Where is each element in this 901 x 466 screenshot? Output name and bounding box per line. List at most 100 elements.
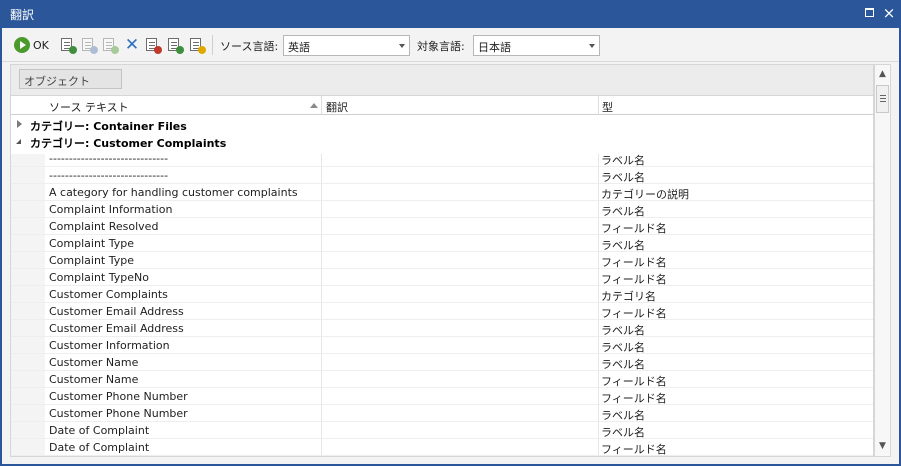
type-cell: ラベル名 <box>601 171 645 184</box>
import-button[interactable] <box>81 36 98 54</box>
web-translate-button[interactable] <box>102 36 119 54</box>
translation-cell[interactable] <box>322 286 599 302</box>
table-row[interactable]: Customer Complaints カテゴリ名 <box>11 286 873 303</box>
ok-label: OK <box>33 38 49 52</box>
export-button[interactable] <box>60 36 77 54</box>
table-row[interactable]: Date of Complaint ラベル名 <box>11 422 873 439</box>
group-chip-object[interactable]: オブジェクト <box>19 69 122 89</box>
source-text-cell: Customer Email Address <box>49 305 184 318</box>
scroll-up-icon[interactable]: ▲ <box>876 67 889 82</box>
source-text-cell: Date of Complaint <box>49 441 150 454</box>
column-header-source-text[interactable]: ソース テキスト <box>49 99 129 115</box>
chevron-down-icon <box>589 44 595 48</box>
translate-button[interactable] <box>145 36 162 54</box>
category-label: カテゴリー: Customer Complaints <box>30 137 227 150</box>
import-icon <box>81 37 98 54</box>
maximize-button[interactable] <box>860 4 878 22</box>
type-cell: ラベル名 <box>601 239 645 252</box>
translation-cell[interactable] <box>322 235 599 251</box>
source-text-cell: Customer Complaints <box>49 288 168 301</box>
maximize-icon <box>864 8 874 17</box>
table-row[interactable]: Complaint Information ラベル名 <box>11 201 873 218</box>
category-row[interactable]: カテゴリー: Customer Complaints <box>11 133 873 150</box>
grid-header: ソース テキスト 翻訳 型 <box>11 95 873 115</box>
table-row[interactable]: Complaint Resolved フィールド名 <box>11 218 873 235</box>
column-header-translation[interactable]: 翻訳 <box>326 99 348 115</box>
table-row[interactable]: Customer Email Address ラベル名 <box>11 320 873 337</box>
table-row[interactable]: Customer Name ラベル名 <box>11 354 873 371</box>
window-title: 翻訳 <box>10 8 35 22</box>
source-text-cell: ------------------------------ <box>49 152 169 165</box>
source-text-cell: Customer Phone Number <box>49 390 188 403</box>
source-language-label: ソース言語: <box>220 40 279 53</box>
type-cell: フィールド名 <box>601 392 667 405</box>
table-row[interactable]: Complaint Type ラベル名 <box>11 235 873 252</box>
translation-cell[interactable] <box>322 337 599 353</box>
table-row[interactable]: Customer Name フィールド名 <box>11 371 873 388</box>
translation-cell[interactable] <box>322 371 599 387</box>
type-cell: ラベル名 <box>601 154 645 167</box>
source-text-cell: Customer Email Address <box>49 322 184 335</box>
translation-cell[interactable] <box>322 150 599 166</box>
delete-icon: ✕ <box>124 35 140 55</box>
type-cell: ラベル名 <box>601 205 645 218</box>
source-text-cell: Customer Name <box>49 373 139 386</box>
source-text-cell: A category for handling customer complai… <box>49 186 298 199</box>
warning-button[interactable] <box>189 36 206 54</box>
table-row[interactable]: Complaint TypeNo フィールド名 <box>11 269 873 286</box>
chevron-down-icon <box>399 44 405 48</box>
translation-cell[interactable] <box>322 252 599 268</box>
close-button[interactable]: × <box>880 4 898 22</box>
translation-cell[interactable] <box>322 269 599 285</box>
grid-body: カテゴリー: Container Files カテゴリー: Customer Co… <box>11 116 873 456</box>
vertical-scrollbar[interactable]: ▲ ▼ <box>874 64 891 457</box>
category-row[interactable]: カテゴリー: Container Files <box>11 116 873 133</box>
table-row[interactable]: ------------------------------ ラベル名 <box>11 150 873 167</box>
table-row[interactable]: Customer Information ラベル名 <box>11 337 873 354</box>
target-language-select[interactable]: 日本語 <box>473 35 600 56</box>
source-text-cell: Complaint Resolved <box>49 220 159 233</box>
table-row[interactable]: Date of Complaint フィールド名 <box>11 439 873 456</box>
column-header-type[interactable]: 型 <box>602 99 613 115</box>
column-divider[interactable] <box>598 96 599 115</box>
ok-button[interactable]: OK <box>14 36 54 54</box>
client-area: OK ✕ ソース言語: 英語 対象言語: 日本語 オブジェクト ソース テキスト… <box>2 28 899 464</box>
table-row[interactable]: Customer Phone Number フィールド名 <box>11 388 873 405</box>
translation-cell[interactable] <box>322 184 599 200</box>
source-text-cell: Customer Phone Number <box>49 407 188 420</box>
translation-cell[interactable] <box>322 218 599 234</box>
translation-cell[interactable] <box>322 167 599 183</box>
translation-grid: ソース テキスト 翻訳 型 カテゴリー: Container Files カテゴリ… <box>10 95 874 457</box>
toolbar-separator <box>212 35 213 55</box>
translation-cell[interactable] <box>322 439 599 455</box>
ok-icon <box>14 37 30 53</box>
refresh-icon <box>167 37 184 54</box>
table-row[interactable]: Customer Phone Number ラベル名 <box>11 405 873 422</box>
column-divider[interactable] <box>321 96 322 115</box>
scrollbar-thumb[interactable] <box>876 85 889 113</box>
table-row[interactable]: ------------------------------ ラベル名 <box>11 167 873 184</box>
translation-cell[interactable] <box>322 405 599 421</box>
expand-icon[interactable] <box>17 120 22 128</box>
type-cell: フィールド名 <box>601 273 667 286</box>
collapse-icon[interactable] <box>16 139 21 144</box>
type-cell: ラベル名 <box>601 358 645 371</box>
translation-cell[interactable] <box>322 388 599 404</box>
source-language-select[interactable]: 英語 <box>283 35 410 56</box>
table-row[interactable]: A category for handling customer complai… <box>11 184 873 201</box>
translation-cell[interactable] <box>322 320 599 336</box>
delete-button[interactable]: ✕ <box>123 36 141 54</box>
refresh-button[interactable] <box>167 36 184 54</box>
translation-cell[interactable] <box>322 354 599 370</box>
translation-cell[interactable] <box>322 303 599 319</box>
table-row[interactable]: Customer Email Address フィールド名 <box>11 303 873 320</box>
source-language-value: 英語 <box>288 41 310 54</box>
table-row[interactable]: Complaint Type フィールド名 <box>11 252 873 269</box>
type-cell: ラベル名 <box>601 324 645 337</box>
title-bar: 翻訳 × <box>0 0 901 28</box>
source-text-cell: Complaint Type <box>49 237 135 250</box>
type-cell: フィールド名 <box>601 307 667 320</box>
scroll-down-icon[interactable]: ▼ <box>876 439 889 454</box>
translation-cell[interactable] <box>322 201 599 217</box>
translation-cell[interactable] <box>322 422 599 438</box>
